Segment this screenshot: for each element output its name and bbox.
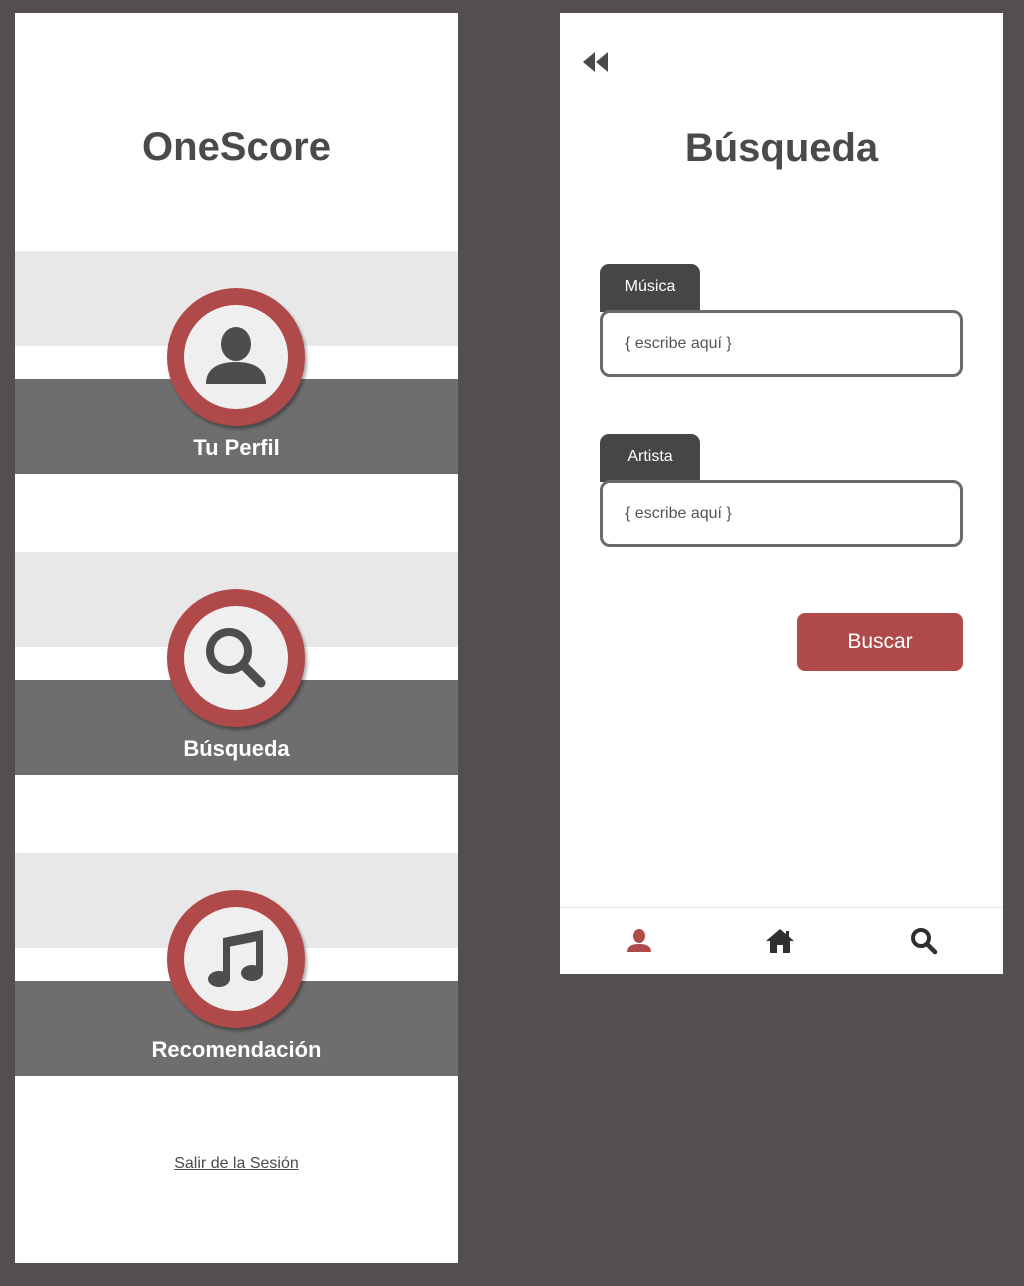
user-icon bbox=[627, 929, 651, 952]
profile-card[interactable]: Tu Perfil bbox=[15, 251, 458, 474]
search-button[interactable]: Buscar bbox=[797, 613, 963, 671]
double-chevron-left-icon bbox=[583, 52, 608, 72]
search-icon bbox=[206, 628, 266, 688]
search-icon-ring bbox=[167, 589, 305, 727]
page-title: Búsqueda bbox=[684, 126, 879, 170]
music-field-label: Música bbox=[600, 264, 700, 312]
artist-input[interactable]: { escribe aquí } bbox=[600, 480, 963, 547]
profile-card-label: Tu Perfil bbox=[193, 435, 280, 460]
logout-link[interactable]: Salir de la Sesión bbox=[15, 1155, 458, 1173]
home-icon bbox=[766, 929, 794, 953]
search-card[interactable]: Búsqueda bbox=[15, 552, 458, 775]
bottom-nav-bar bbox=[560, 907, 1003, 974]
app-title: OneScore bbox=[142, 125, 331, 169]
search-screen: Búsqueda Música { escribe aquí } Artista… bbox=[560, 13, 1003, 974]
nav-profile-button[interactable] bbox=[624, 926, 654, 956]
artist-field-label: Artista bbox=[600, 434, 700, 482]
back-button[interactable] bbox=[582, 49, 616, 75]
nav-home-button[interactable] bbox=[765, 926, 795, 956]
recommendation-icon-ring bbox=[167, 890, 305, 1028]
user-icon bbox=[206, 327, 266, 384]
search-icon bbox=[911, 928, 938, 955]
recommendation-card[interactable]: Recomendación bbox=[15, 853, 458, 1076]
music-input[interactable]: { escribe aquí } bbox=[600, 310, 963, 377]
main-menu-screen: OneScore Tu Perfil Búsqueda Recomendació… bbox=[15, 13, 458, 1263]
nav-search-button[interactable] bbox=[909, 926, 939, 956]
profile-icon-ring bbox=[167, 288, 305, 426]
search-card-label: Búsqueda bbox=[183, 736, 290, 761]
recommendation-card-label: Recomendación bbox=[151, 1037, 322, 1062]
music-note-icon bbox=[208, 930, 263, 987]
